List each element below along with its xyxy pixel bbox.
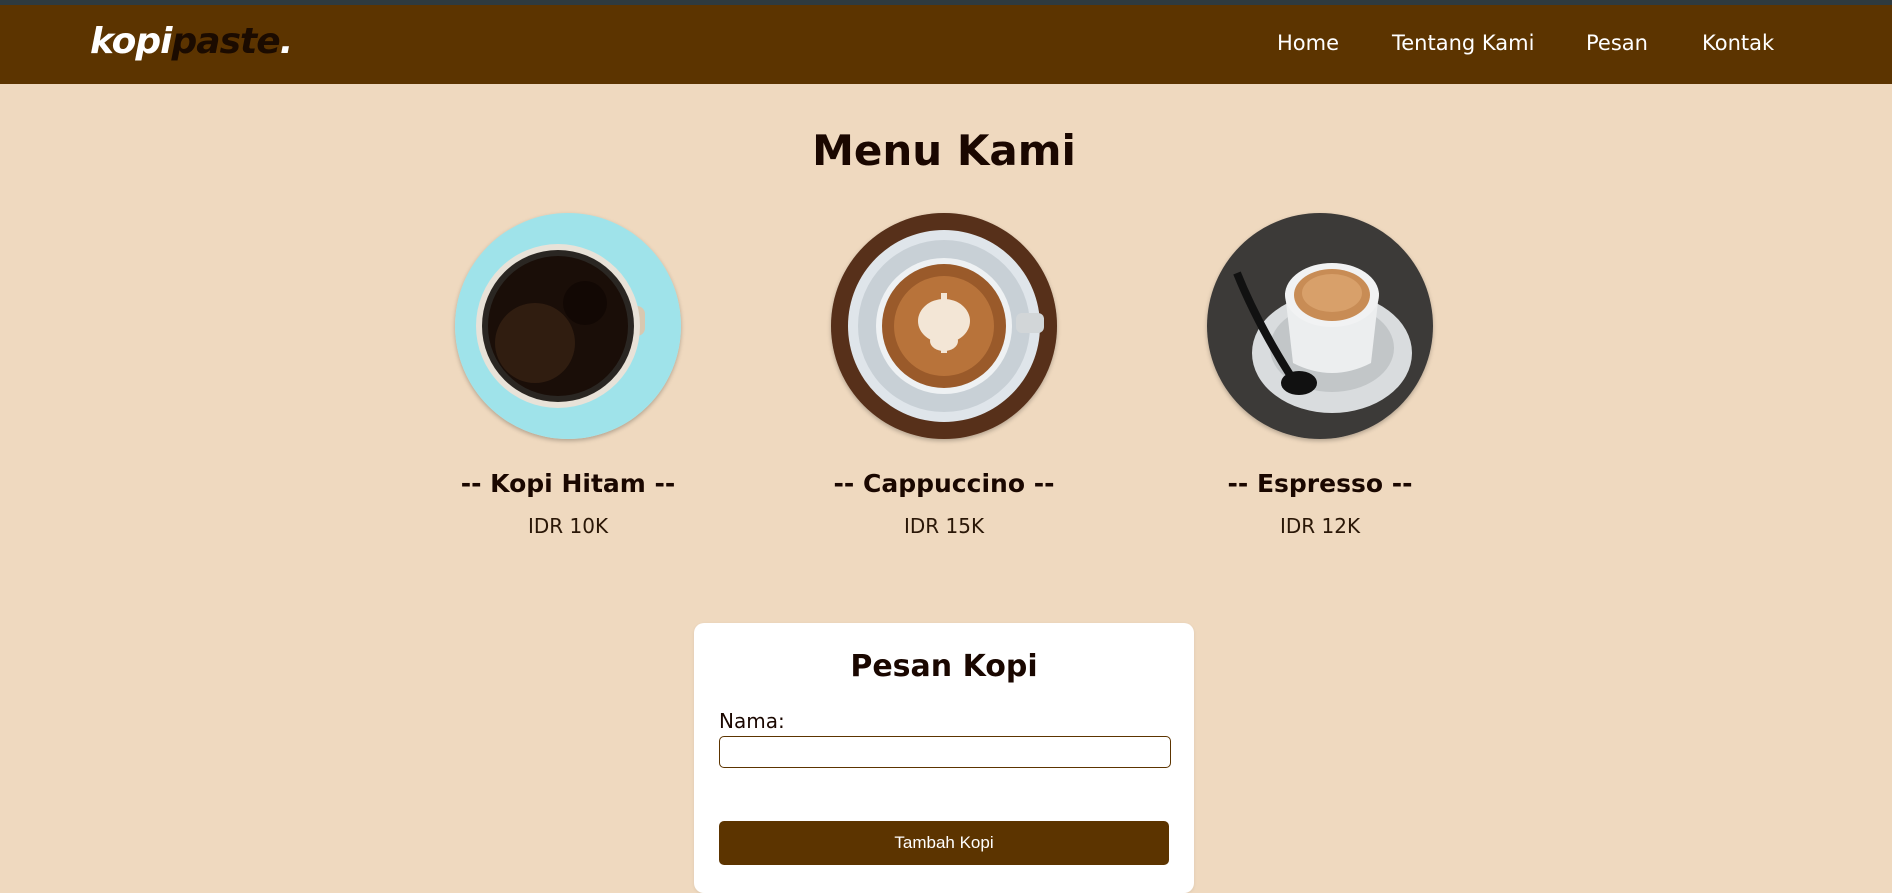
order-form: Pesan Kopi Nama: Tambah Kopi [694,623,1194,893]
name-input[interactable] [719,736,1171,768]
nav-kontak[interactable]: Kontak [1702,31,1774,55]
menu-item-name: -- Espresso -- [1227,469,1413,498]
nav-home[interactable]: Home [1277,31,1339,55]
navbar: kopipaste. Home Tentang Kami Pesan Konta… [0,5,1892,84]
logo-part-paste: paste [171,21,281,62]
cappuccino-image [831,213,1057,439]
menu-item-name: -- Kopi Hitam -- [460,469,676,498]
logo-dot: . [279,21,294,62]
add-coffee-button[interactable]: Tambah Kopi [719,821,1169,865]
menu-item-price: IDR 12K [1279,514,1361,538]
menu-item-kopi-hitam: -- Kopi Hitam -- IDR 10K [378,213,758,538]
nav-pesan[interactable]: Pesan [1586,31,1648,55]
menu-item-price: IDR 10K [527,514,609,538]
logo-part-kopi: kopi [90,21,172,62]
nav-tentang-kami[interactable]: Tentang Kami [1392,31,1534,55]
brand-logo[interactable]: kopipaste. [90,21,294,62]
black-coffee-image [455,213,681,439]
form-title: Pesan Kopi [850,649,1038,684]
menu-item-price: IDR 15K [903,514,985,538]
espresso-image [1207,213,1433,439]
menu-item-espresso: -- Espresso -- IDR 12K [1130,213,1510,538]
name-label: Nama: [719,709,785,733]
menu-item-cappuccino: -- Cappuccino -- IDR 15K [754,213,1134,538]
menu-item-name: -- Cappuccino -- [833,469,1055,498]
menu-title: Menu Kami [812,126,1076,175]
